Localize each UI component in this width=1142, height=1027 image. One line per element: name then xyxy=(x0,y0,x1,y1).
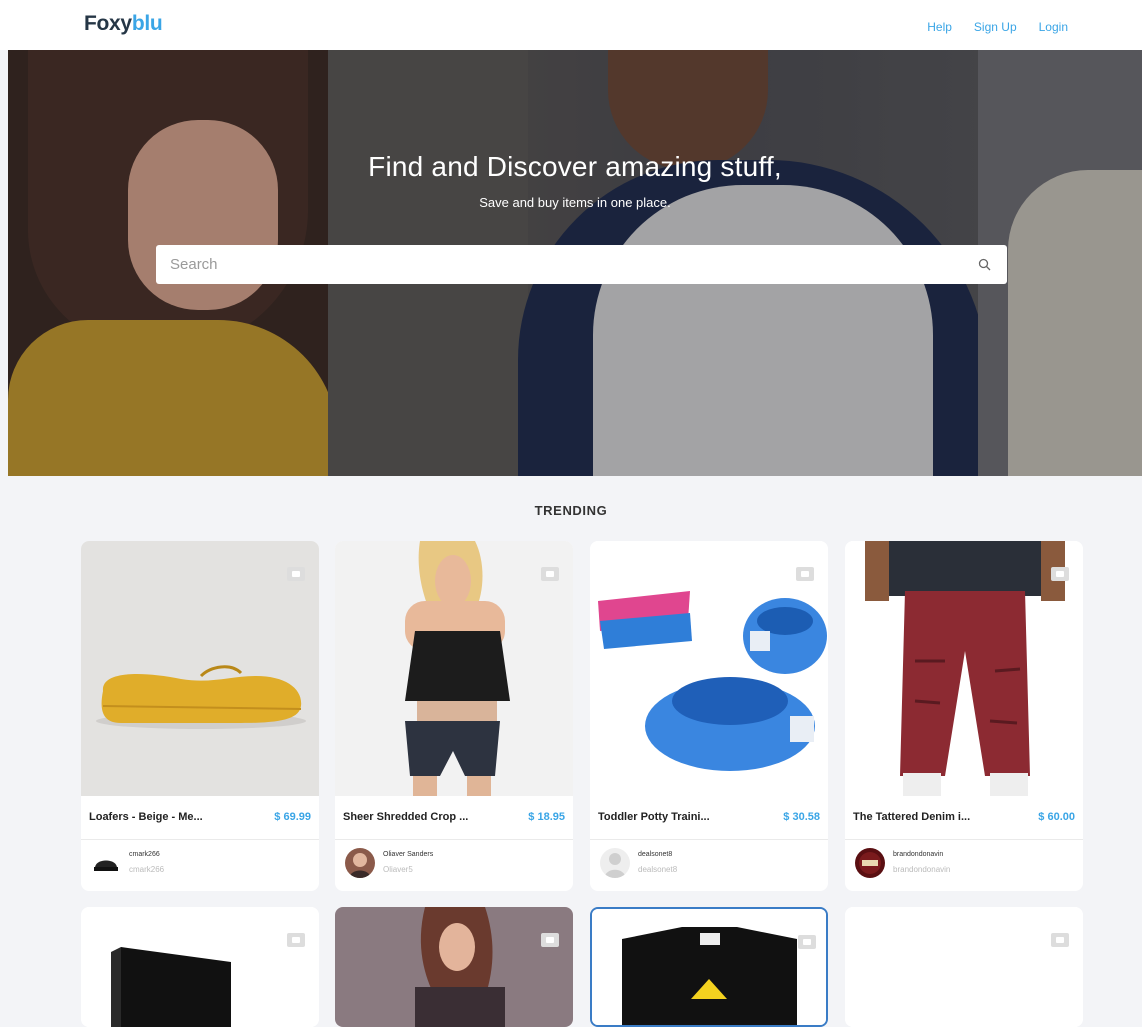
product-image-loafers[interactable] xyxy=(81,541,319,796)
product-card-sheer-crop[interactable]: Sheer Shredded Crop ... $ 18.95 Oliaver … xyxy=(335,541,573,891)
logo[interactable]: Foxyblu xyxy=(84,12,163,36)
hero-title: Find and Discover amazing stuff, xyxy=(368,151,782,182)
user-handle: dealsonet8 xyxy=(638,865,678,874)
hero-subtitle: Save and buy items in one place. xyxy=(479,195,671,210)
model-top-image xyxy=(415,907,505,1027)
user-avatar[interactable] xyxy=(600,848,630,878)
user-name[interactable]: Oliaver Sanders xyxy=(383,851,433,858)
console-image xyxy=(111,947,231,1027)
tattered-jeans-image xyxy=(865,541,1065,796)
product-card-row2-4[interactable] xyxy=(845,907,1083,1027)
top-navbar: Foxyblu Help Sign Up Login xyxy=(0,0,1142,50)
product-name[interactable]: Loafers - Beige - Me... xyxy=(89,811,249,823)
product-price: $ 30.58 xyxy=(783,811,820,823)
heart-icon[interactable] xyxy=(541,933,559,947)
product-name[interactable]: Sheer Shredded Crop ... xyxy=(343,811,503,823)
tshirt-image xyxy=(622,927,797,1025)
heart-icon[interactable] xyxy=(541,567,559,581)
product-image-empty[interactable] xyxy=(845,907,1083,1027)
heart-icon[interactable] xyxy=(1051,933,1069,947)
card-divider xyxy=(81,839,319,840)
product-name[interactable]: Toddler Potty Traini... xyxy=(598,811,758,823)
heart-icon[interactable] xyxy=(1051,567,1069,581)
heart-icon[interactable] xyxy=(798,935,816,949)
user-avatar[interactable] xyxy=(345,848,375,878)
product-image-tshirt[interactable] xyxy=(592,909,826,1025)
card-divider xyxy=(845,839,1083,840)
card-divider xyxy=(590,839,828,840)
top-nav-links: Help Sign Up Login xyxy=(927,20,1068,34)
trending-heading: TRENDING xyxy=(534,503,608,518)
search-icon[interactable] xyxy=(978,258,991,271)
user-name[interactable]: cmark266 xyxy=(129,851,160,858)
search-input[interactable] xyxy=(156,245,970,284)
product-card-potty[interactable]: Toddler Potty Traini... $ 30.58 dealsone… xyxy=(590,541,828,891)
login-link[interactable]: Login xyxy=(1039,20,1068,34)
product-image-model-top[interactable] xyxy=(335,907,573,1027)
product-name[interactable]: The Tattered Denim i... xyxy=(853,811,1013,823)
loafer-shoe-image xyxy=(96,665,306,729)
user-handle: Oliaver5 xyxy=(383,865,413,874)
potty-trainer-image xyxy=(598,591,827,771)
user-name[interactable]: brandondonavin xyxy=(893,851,943,858)
product-card-row2-3[interactable] xyxy=(590,907,828,1027)
user-avatar[interactable] xyxy=(855,848,885,878)
user-avatar[interactable] xyxy=(91,848,121,878)
product-card-tattered-denim[interactable]: The Tattered Denim i... $ 60.00 brandond… xyxy=(845,541,1083,891)
product-image-console[interactable] xyxy=(81,907,319,1027)
product-card-loafers[interactable]: Loafers - Beige - Me... $ 69.99 cmark266… xyxy=(81,541,319,891)
product-card-row2-2[interactable] xyxy=(335,907,573,1027)
model-crop-top-image xyxy=(405,541,510,796)
product-image-tattered-denim[interactable] xyxy=(845,541,1083,796)
sign-up-link[interactable]: Sign Up xyxy=(974,20,1017,34)
product-price: $ 69.99 xyxy=(274,811,311,823)
heart-icon[interactable] xyxy=(287,567,305,581)
product-image-potty[interactable] xyxy=(590,541,828,796)
user-handle: cmark266 xyxy=(129,865,165,874)
heart-icon[interactable] xyxy=(287,933,305,947)
user-name[interactable]: dealsonet8 xyxy=(638,851,672,858)
help-link[interactable]: Help xyxy=(927,20,952,34)
user-handle: brandondonavin xyxy=(893,865,951,874)
product-image-sheer-crop[interactable] xyxy=(335,541,573,796)
product-card-row2-1[interactable] xyxy=(81,907,319,1027)
card-divider xyxy=(335,839,573,840)
search-bar xyxy=(156,245,1007,284)
hero-banner: Find and Discover amazing stuff, Save an… xyxy=(8,50,1142,476)
product-price: $ 18.95 xyxy=(528,811,565,823)
heart-icon[interactable] xyxy=(796,567,814,581)
logo-text-blu: blu xyxy=(131,12,163,35)
logo-text-foxy: Foxy xyxy=(84,12,132,35)
product-price: $ 60.00 xyxy=(1038,811,1075,823)
